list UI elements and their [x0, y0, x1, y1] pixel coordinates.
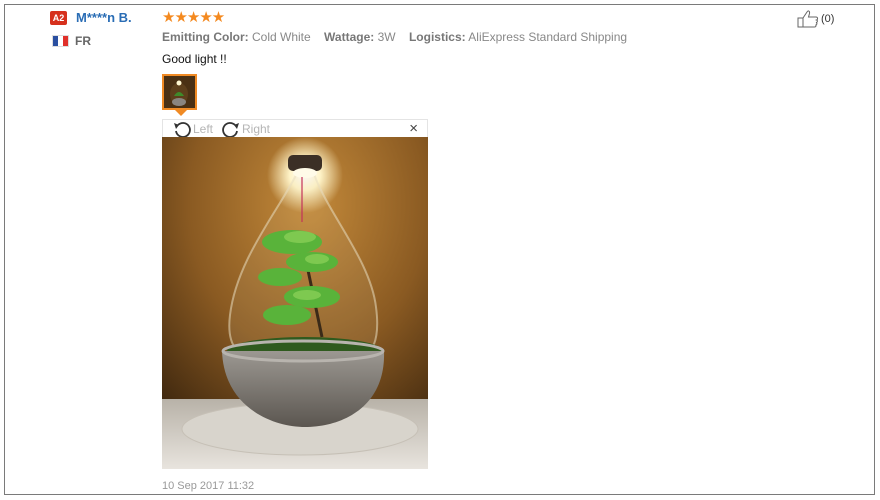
attr-value-emitting-color: Cold White — [252, 30, 311, 44]
rotate-left-icon — [174, 122, 191, 138]
rotate-right-label: Right — [242, 122, 271, 136]
attr-value-logistics: AliExpress Standard Shipping — [468, 30, 628, 44]
review-photo-enlarged — [162, 137, 428, 469]
attr-label-logistics: Logistics: — [408, 30, 466, 44]
review-timestamp: 10 Sep 2017 11:32 — [162, 480, 255, 492]
attr-label-wattage: Wattage: — [324, 30, 375, 44]
rotate-right-button[interactable]: Right — [221, 120, 270, 138]
buyer-level-badge: A2 — [50, 11, 67, 25]
thumbnail-pointer — [175, 110, 187, 116]
thumbs-up-icon — [797, 10, 819, 28]
close-viewer-button[interactable]: × — [409, 120, 418, 138]
star-rating: ★★★★★ — [162, 9, 225, 26]
rotate-right-icon — [222, 122, 239, 138]
review-card — [4, 4, 875, 495]
attr-label-emitting-color: Emitting Color: — [162, 30, 249, 44]
helpful-button[interactable]: (0) — [797, 10, 834, 28]
helpful-count: (0) — [821, 13, 835, 25]
product-attributes: Emitting Color: Cold White Wattage: 3W L… — [162, 30, 627, 44]
review-text: Good light !! — [162, 52, 227, 66]
rotate-left-label: Left — [193, 122, 214, 136]
reviewer-country: FR — [75, 34, 91, 48]
rotate-left-button[interactable]: Left — [172, 120, 213, 138]
attr-value-wattage: 3W — [377, 30, 396, 44]
review-photo-thumbnail[interactable] — [162, 74, 197, 110]
reviewer-name: M****n B. — [76, 10, 132, 25]
france-flag-icon — [52, 35, 69, 47]
image-viewer-toolbar: Left Right × — [162, 119, 428, 138]
